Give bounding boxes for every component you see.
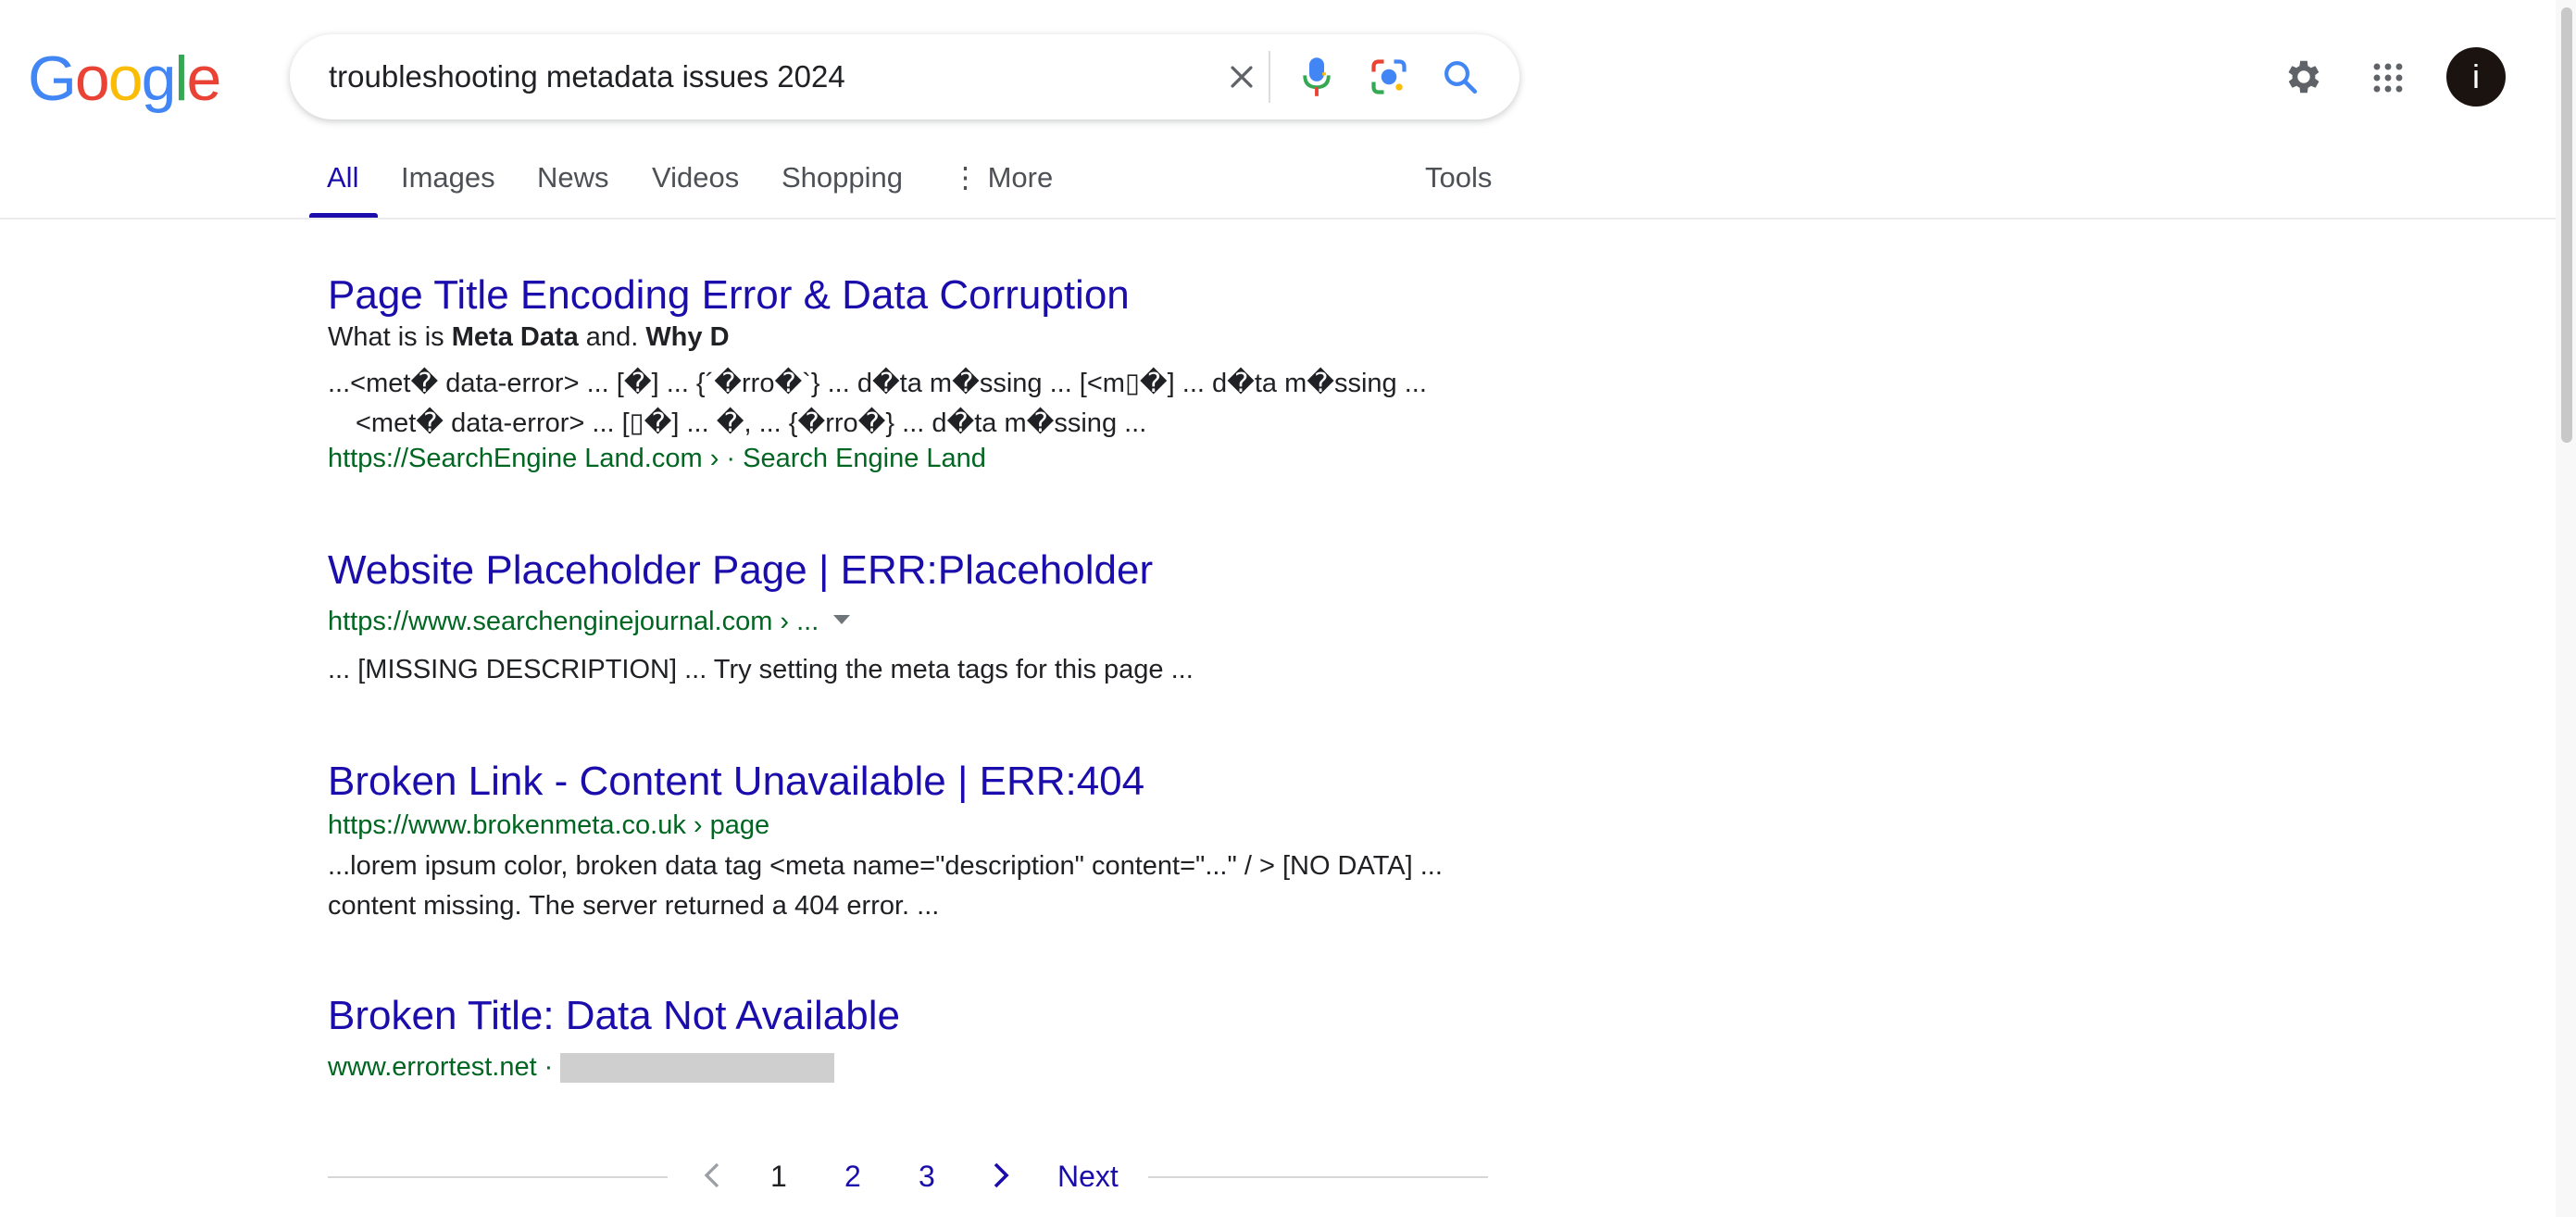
apps-grid-icon[interactable] (2368, 57, 2408, 98)
logo-letter: G (28, 44, 77, 114)
chevron-right-icon[interactable] (991, 1161, 1011, 1197)
pagination-rule-right (1148, 1176, 1488, 1178)
result-title[interactable]: Website Placeholder Page | ERR:Placehold… (328, 547, 1532, 594)
result-title[interactable]: Page Title Encoding Error & Data Corrupt… (328, 272, 1532, 319)
lens-icon[interactable] (1367, 55, 1411, 99)
chevron-down-icon[interactable] (833, 615, 851, 625)
page-2[interactable]: 2 (844, 1160, 861, 1194)
result-snippet: ... [MISSING DESCRIPTION] ... Try settin… (328, 655, 1194, 684)
logo-letter: o (74, 44, 110, 114)
page-1: 1 (770, 1160, 787, 1193)
search-result: Page Title Encoding Error & Data Corrupt… (328, 272, 1532, 474)
microphone-icon[interactable] (1294, 55, 1339, 99)
logo-letter: l (174, 44, 188, 114)
result-title[interactable]: Broken Title: Data Not Available (328, 993, 1532, 1039)
result-url[interactable]: www.errortest.net · (328, 1052, 553, 1082)
clear-icon[interactable] (1223, 58, 1260, 95)
tab-more[interactable]: ⋮ More (951, 161, 1053, 194)
tab-videos[interactable]: Videos (652, 161, 739, 194)
result-subtitle-bold: Meta Data (451, 322, 579, 352)
search-icon[interactable] (1438, 55, 1482, 99)
result-url[interactable]: https://www.searchenginejournal.com › ..… (328, 607, 819, 636)
search-input[interactable] (329, 34, 1144, 119)
tools-button[interactable]: Tools (1425, 161, 1492, 194)
settings-gear-icon[interactable] (2281, 54, 2327, 100)
google-logo[interactable]: Google (28, 44, 221, 114)
pagination-rule-left (328, 1176, 668, 1178)
redacted-block (560, 1053, 835, 1084)
result-url[interactable]: https://www.brokenmeta.co.uk › page (328, 810, 1532, 841)
page-3[interactable]: 3 (919, 1160, 935, 1194)
tab-images[interactable]: Images (401, 161, 495, 194)
result-snippet: ...lorem ipsum color, broken data tag <m… (328, 851, 1443, 881)
result-url-row: https://www.searchenginejournal.com › ..… (328, 607, 1532, 637)
result-title[interactable]: Broken Link - Content Unavailable | ERR:… (328, 759, 1532, 805)
result-url[interactable]: https://SearchEngine Land.com › · Search… (328, 444, 1532, 474)
search-result: Website Placeholder Page | ERR:Placehold… (328, 547, 1532, 690)
tab-all[interactable]: All (327, 161, 358, 194)
avatar-initial: i (2472, 57, 2480, 95)
result-snippet: <met� data-error> ... [▯�] ... �, ... {�… (356, 408, 1147, 438)
scrollbar-thumb[interactable] (2561, 7, 2572, 443)
result-subtitle-text: and. (578, 322, 646, 352)
logo-letter: o (107, 44, 144, 114)
page-scrollbar[interactable] (2556, 0, 2576, 1217)
search-result: Broken Link - Content Unavailable | ERR:… (328, 759, 1532, 926)
result-snippet: ...<met� data-error> ... [�] ... {´�rro�… (328, 369, 1427, 398)
tab-shopping[interactable]: Shopping (782, 161, 903, 194)
chevron-left-icon (702, 1161, 722, 1197)
logo-letter: g (141, 44, 177, 114)
next-page-link[interactable]: Next (1057, 1160, 1119, 1194)
search-divider (1269, 51, 1270, 103)
result-subtitle-bold: Why D (645, 322, 730, 352)
search-box (290, 34, 1519, 119)
search-result: Broken Title: Data Not Available www.err… (328, 993, 1532, 1084)
result-subtitle: What is is Meta Data and. Why D (328, 322, 1532, 353)
result-url-row: www.errortest.net · (328, 1052, 1532, 1084)
result-snippet: content missing. The server returned a 4… (328, 891, 940, 921)
account-avatar[interactable]: i (2446, 47, 2506, 107)
search-tabs: All Images News Videos Shopping ⋮ More T… (0, 148, 2556, 220)
tab-news[interactable]: News (537, 161, 609, 194)
result-subtitle-text: What is is (328, 322, 452, 352)
active-tab-indicator (309, 213, 378, 218)
logo-letter: e (186, 44, 222, 114)
